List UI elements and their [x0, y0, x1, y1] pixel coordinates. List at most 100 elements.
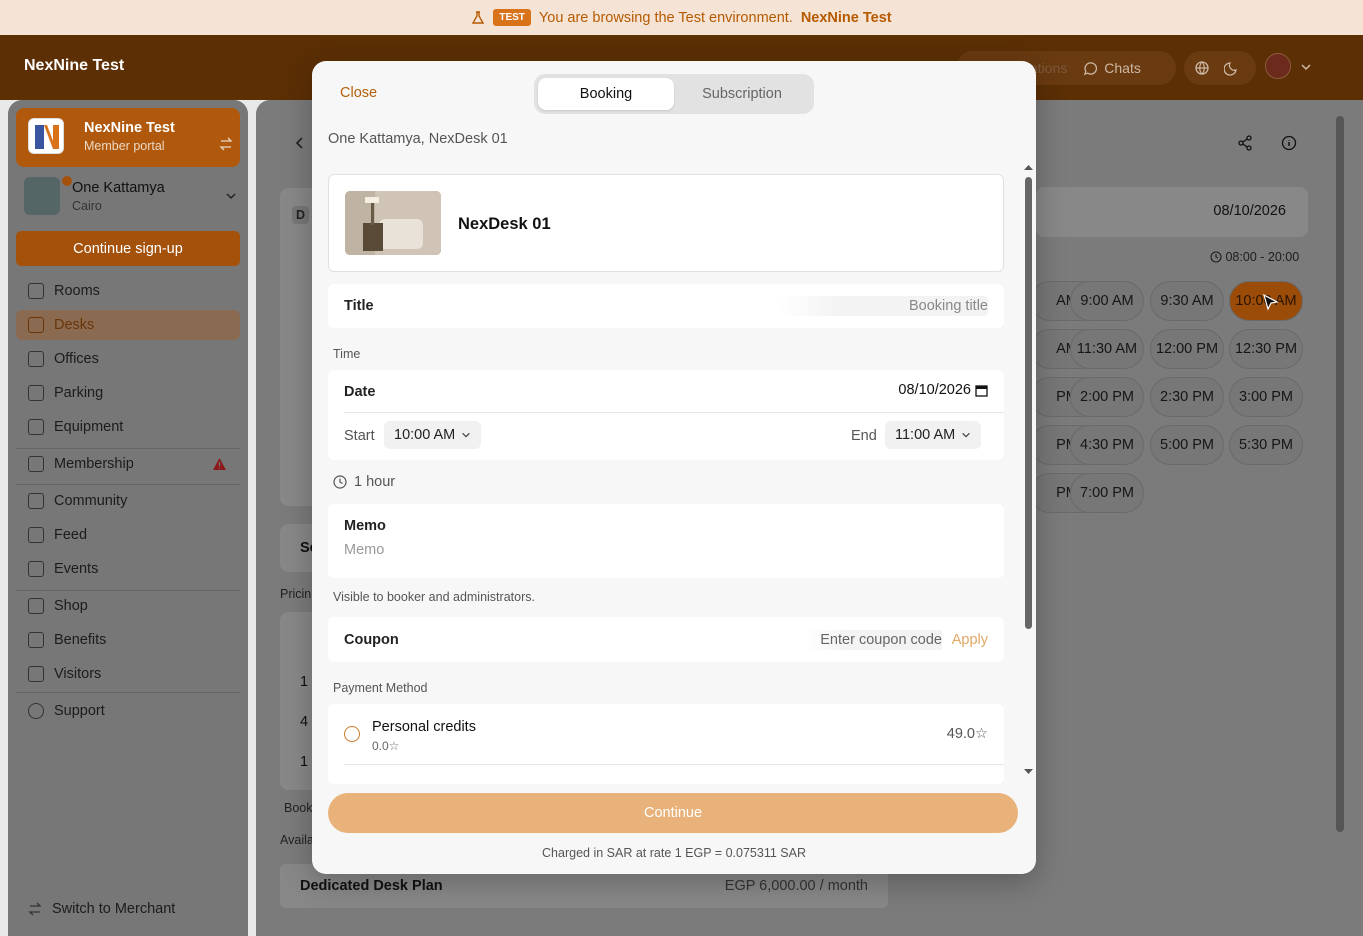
start-label: Start	[344, 428, 375, 444]
moon-icon[interactable]	[1224, 60, 1240, 76]
chats-button[interactable]: Chats	[1083, 60, 1141, 76]
sidebar-item-visitors[interactable]: Visitors	[16, 659, 240, 689]
avatar[interactable]	[1265, 53, 1291, 79]
start-time-value: 10:00 AM	[394, 427, 456, 443]
tab-subscription[interactable]: Subscription	[674, 78, 810, 110]
payment-cost: 49.0☆	[946, 726, 988, 742]
location-switcher[interactable]: One Kattamya Cairo	[16, 171, 240, 221]
time-slot[interactable]: 7:00 PM	[1070, 473, 1144, 513]
sidebar-item-parking[interactable]: Parking	[16, 378, 240, 408]
warning-icon	[213, 458, 226, 470]
start-time-select[interactable]: 10:00 AM	[384, 421, 482, 449]
time-slot[interactable]: 5:00 PM	[1150, 425, 1224, 465]
switch-icon[interactable]	[219, 137, 233, 151]
printer-icon	[28, 419, 44, 435]
visitor-icon	[28, 666, 44, 682]
desk-name: NexDesk 01	[458, 215, 551, 233]
date-picker[interactable]: 08/10/2026	[1036, 187, 1308, 237]
page-scrollbar[interactable]	[1336, 116, 1344, 832]
sidebar-item-offices[interactable]: Offices	[16, 344, 240, 374]
card-icon	[28, 456, 44, 472]
help-icon	[28, 703, 44, 719]
time-slot[interactable]: 11:30 AM	[1070, 329, 1144, 369]
time-slot[interactable]: 5:30 PM	[1229, 425, 1303, 465]
time-slot[interactable]: 2:30 PM	[1150, 377, 1224, 417]
brand-name[interactable]: NexNine Test	[24, 57, 124, 75]
sidebar-item-desks[interactable]: Desks	[16, 310, 240, 340]
time-divider	[344, 412, 1004, 413]
sidebar-item-label: Offices	[54, 351, 99, 367]
portal-name: NexNine Test	[84, 120, 175, 136]
sidebar-item-benefits[interactable]: Benefits	[16, 625, 240, 655]
sidebar-item-equipment[interactable]: Equipment	[16, 412, 240, 442]
cursor-icon	[1263, 293, 1279, 311]
modal-scrollbar[interactable]	[1024, 165, 1033, 781]
memo-hint: Visible to booker and administrators.	[333, 590, 535, 604]
memo-label: Memo	[344, 518, 386, 534]
coupon-row: Coupon Enter coupon code Apply	[328, 617, 1004, 662]
location-breadcrumb: One Kattamya, NexDesk 01	[328, 131, 508, 147]
end-time-select[interactable]: 11:00 AM	[885, 421, 982, 449]
time-slot[interactable]: 3:00 PM	[1229, 377, 1303, 417]
sidebar-item-feed[interactable]: Feed	[16, 520, 240, 550]
apply-button[interactable]: Apply	[952, 632, 988, 648]
time-slot[interactable]: 12:30 PM	[1229, 329, 1303, 369]
time-slot[interactable]: 2:00 PM	[1070, 377, 1144, 417]
sidebar-item-label: Visitors	[54, 666, 102, 682]
payment-option[interactable]: Personal credits 0.0☆ 49.0☆	[328, 704, 1004, 764]
memo-input[interactable]: Memo	[344, 542, 384, 558]
title-label: Title	[344, 298, 374, 314]
time-section-label: Time	[333, 347, 361, 361]
opening-hours: 08:00 - 20:00	[1210, 250, 1299, 264]
time-slot[interactable]: 9:30 AM	[1150, 281, 1224, 321]
sidebar-item-label: Desks	[54, 317, 95, 333]
globe-icon[interactable]	[1194, 60, 1210, 76]
switch-to-merchant-link[interactable]: Switch to Merchant	[16, 894, 240, 924]
sidebar-item-community[interactable]: Community	[16, 486, 240, 516]
sidebar-divider	[16, 484, 240, 485]
scroll-up-icon[interactable]	[1024, 164, 1033, 170]
duration: 1 hour	[333, 474, 395, 490]
info-icon[interactable]	[1281, 135, 1297, 151]
sidebar-divider	[16, 692, 240, 693]
chevron-down-icon[interactable]	[1300, 61, 1312, 73]
chats-label: Chats	[1104, 60, 1141, 76]
sidebar-item-rooms[interactable]: Rooms	[16, 276, 240, 306]
banner-env-name: NexNine Test	[800, 9, 892, 26]
coupon-input[interactable]: Enter coupon code	[806, 630, 942, 650]
share-icon[interactable]	[1237, 135, 1253, 151]
sidebar-item-shop[interactable]: Shop	[16, 591, 240, 621]
bag-icon	[28, 598, 44, 614]
scroll-down-icon[interactable]	[1024, 769, 1033, 775]
continue-button[interactable]: Continue	[328, 793, 1018, 833]
room-icon	[28, 283, 44, 299]
chevron-down-icon	[462, 432, 471, 438]
sidebar-item-label: Membership	[54, 456, 134, 472]
calendar-icon	[975, 384, 988, 397]
title-input[interactable]: Booking title	[778, 296, 988, 316]
tab-booking[interactable]: Booking	[538, 78, 674, 110]
sidebar-item-events[interactable]: Events	[16, 554, 240, 584]
car-icon	[28, 385, 44, 401]
time-slot[interactable]: 4:30 PM	[1070, 425, 1144, 465]
payment-radio[interactable]	[344, 726, 360, 742]
sidebar-item-label: Benefits	[54, 632, 107, 648]
date-value: 08/10/2026	[1213, 203, 1286, 219]
duration-text: 1 hour	[354, 474, 396, 490]
grid-icon	[28, 317, 44, 333]
date-input[interactable]: 08/10/2026	[898, 382, 988, 398]
chevron-left-icon[interactable]	[294, 136, 306, 150]
sidebar-item-support[interactable]: Support	[16, 696, 240, 726]
time-slot[interactable]: 9:00 AM	[1070, 281, 1144, 321]
plan-name: Dedicated Desk Plan	[300, 878, 443, 894]
payment-section-label: Payment Method	[333, 681, 428, 695]
sidebar-item-membership[interactable]: Membership	[16, 449, 240, 479]
desk-thumbnail	[345, 191, 441, 255]
payment-balance: 0.0☆	[372, 739, 400, 753]
continue-signup-button[interactable]: Continue sign-up	[16, 231, 240, 266]
time-slot[interactable]: 12:00 PM	[1150, 329, 1224, 369]
memo-card: Memo Memo	[328, 504, 1004, 578]
portal-switcher[interactable]: NexNine Test Member portal	[16, 108, 240, 167]
modal-scroll-thumb[interactable]	[1025, 177, 1032, 629]
close-button[interactable]: Close	[340, 85, 377, 101]
